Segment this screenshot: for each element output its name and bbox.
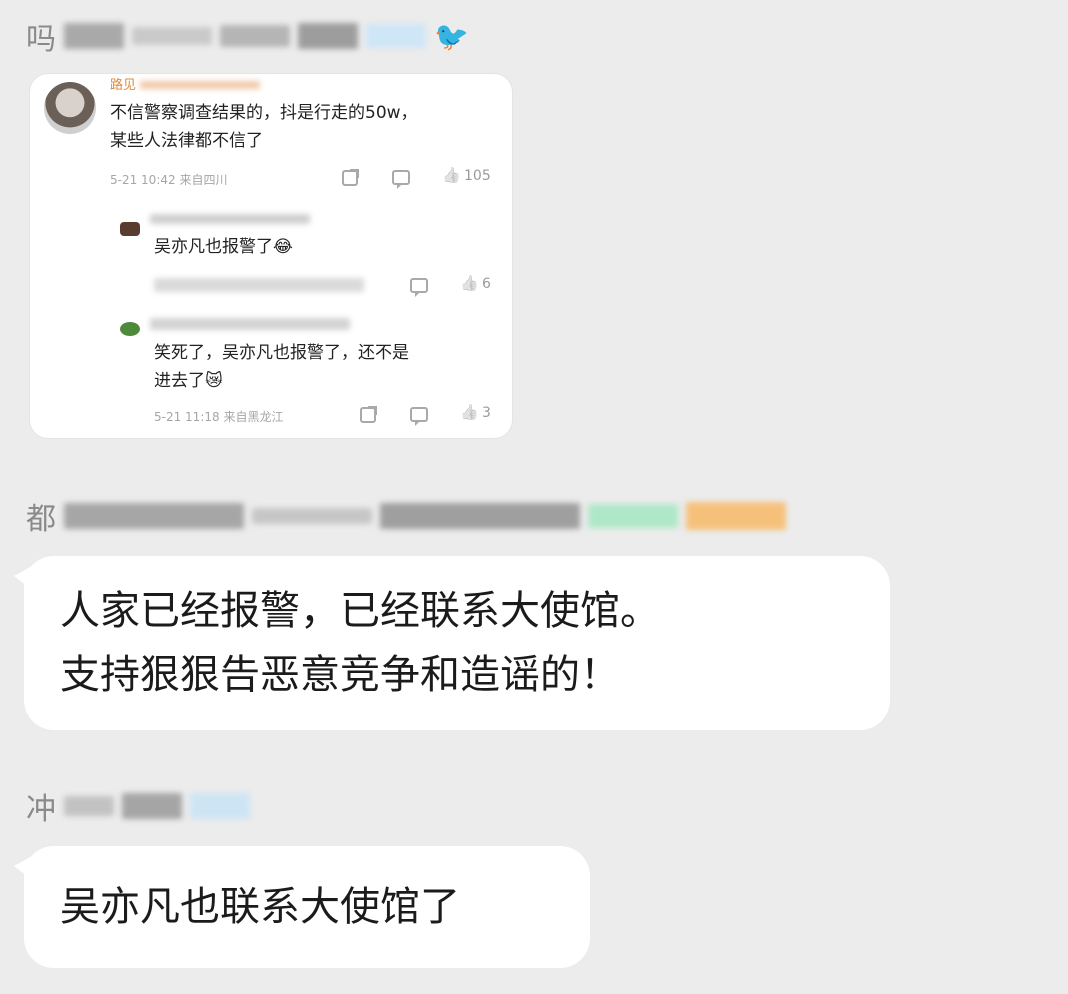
share-icon xyxy=(360,406,377,423)
message-text: 支持狠狠告恶意竞争和造谣的！ xyxy=(60,652,620,698)
redacted-name xyxy=(150,214,310,224)
redacted-name xyxy=(150,318,350,330)
redacted-name xyxy=(252,508,372,524)
avatar xyxy=(44,82,96,134)
like-count: 6 xyxy=(482,276,491,292)
sender-name: 都 xyxy=(26,498,786,537)
like-button[interactable]: 105 xyxy=(442,168,491,184)
message-bubble[interactable]: 吴亦凡也联系大使馆了 xyxy=(14,846,590,968)
member-badge xyxy=(366,24,426,48)
comment-button[interactable] xyxy=(410,407,428,426)
like-button[interactable]: 6 xyxy=(460,276,491,292)
sender-name-prefix: 冲 xyxy=(26,792,56,827)
comment-line: 不信警察调查结果的，抖是行走的50w， xyxy=(110,103,418,123)
reply-meta: 5-21 11:18 来自黑龙江 xyxy=(154,410,284,424)
redacted-name xyxy=(64,796,114,816)
comment-icon xyxy=(392,170,410,189)
redacted-name xyxy=(122,793,182,819)
sender-name: 吗 🐦 xyxy=(26,18,469,58)
redacted-meta xyxy=(154,278,364,292)
comment-meta: 5-21 10:42 来自四川 xyxy=(110,173,228,187)
like-count: 105 xyxy=(464,168,491,184)
redacted-name xyxy=(298,23,358,49)
like-button[interactable]: 3 xyxy=(460,405,491,421)
embedded-screenshot[interactable]: 路见 不信警察调查结果的，抖是行走的50w， 某些人法律都不信了 5-21 10… xyxy=(30,74,512,438)
share-icon xyxy=(342,169,359,186)
comment-button[interactable] xyxy=(392,170,410,189)
comment-author: 路见 xyxy=(110,74,261,99)
comment-icon xyxy=(410,407,428,426)
thumbs-up-icon xyxy=(460,276,476,292)
thumbs-up-icon xyxy=(442,168,458,184)
comment-icon xyxy=(410,278,428,297)
message-bubble[interactable]: 人家已经报警，已经联系大使馆。 支持狠狠告恶意竞争和造谣的！ xyxy=(14,556,890,730)
share-button[interactable] xyxy=(360,406,377,423)
redacted-name xyxy=(380,503,580,529)
redacted-name xyxy=(220,25,290,47)
reply-text: 进去了😿 xyxy=(154,371,223,391)
comment-button[interactable] xyxy=(410,278,428,297)
message-text: 吴亦凡也联系大使馆了 xyxy=(60,884,460,930)
sender-name-prefix: 都 xyxy=(26,502,56,537)
level-badge xyxy=(686,502,786,530)
redacted-name xyxy=(64,23,124,49)
share-button[interactable] xyxy=(342,169,359,186)
member-badge xyxy=(588,504,678,528)
comment-line: 某些人法律都不信了 xyxy=(110,131,263,151)
avatar xyxy=(120,322,140,336)
thumbs-up-icon xyxy=(460,405,476,421)
bird-icon: 🐦 xyxy=(434,19,469,53)
redacted-name xyxy=(64,503,244,529)
redacted-name xyxy=(132,27,212,45)
member-badge xyxy=(190,793,250,819)
sender-name: 冲 xyxy=(26,788,250,827)
message-text: 人家已经报警，已经联系大使馆。 xyxy=(60,588,660,634)
sender-name-prefix: 吗 xyxy=(26,22,56,57)
avatar xyxy=(120,222,140,236)
like-count: 3 xyxy=(482,405,491,421)
reply-text: 吴亦凡也报警了😂 xyxy=(154,237,293,257)
reply-text: 笑死了，吴亦凡也报警了，还不是 xyxy=(154,343,409,363)
